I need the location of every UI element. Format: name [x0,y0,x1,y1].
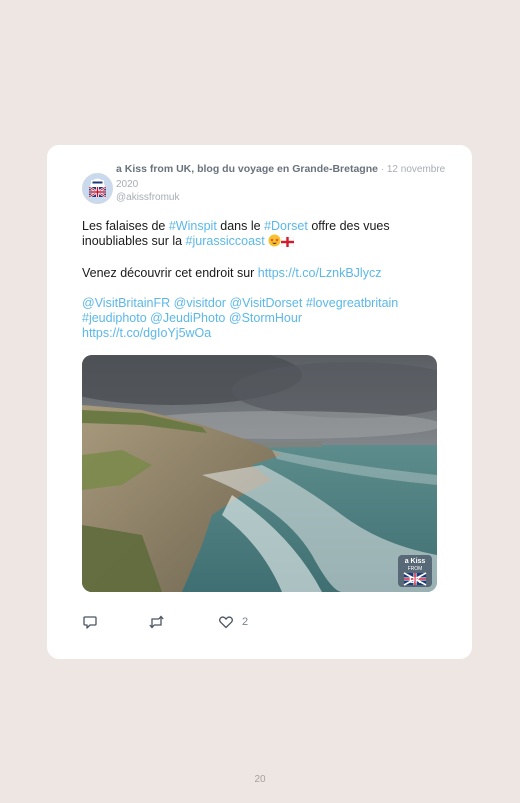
star-struck-emoji-icon [268,234,281,251]
hashtag-jurassiccoast[interactable]: #jurassiccoast [186,234,265,248]
hashtag-lovegreatbritain[interactable]: #lovegreatbritain [306,296,398,310]
watermark-line-3: UK [409,576,421,585]
mention-visitdor[interactable]: @visitdor [174,296,226,310]
tweet-text: Venez découvrir cet endroit sur [82,266,258,280]
author-handle[interactable]: @akissfromuk [116,191,446,204]
tweet-card: a Kiss from UK, blog du voyage en Grande… [47,145,472,659]
reply-icon [83,616,97,629]
hashtag-winspit[interactable]: #Winspit [169,219,217,233]
tweet-text: Les falaises de [82,219,169,233]
tweet-media-link[interactable]: https://t.co/dgIoYj5wOa [82,326,211,340]
watermark-logo: a Kiss FROM UK [398,555,432,587]
hashtag-dorset[interactable]: #Dorset [264,219,308,233]
reply-button[interactable] [82,614,98,630]
hashtag-jeudiphoto[interactable]: #jeudiphoto [82,311,147,325]
tweet-header: a Kiss from UK, blog du voyage en Grande… [116,161,446,204]
watermark-line-1: a Kiss [405,558,426,565]
mention-visitdorset[interactable]: @VisitDorset [229,296,302,310]
england-flag-emoji-icon [280,236,295,251]
tweet-photo[interactable]: a Kiss FROM UK [82,355,437,592]
tweet-text: dans le [216,219,265,233]
like-count: 2 [242,616,249,628]
tweet-paragraph-3: @VisitBritainFR @visitdor @VisitDorset #… [82,296,432,341]
heart-icon [219,616,233,629]
union-jack-logo-icon [88,180,107,198]
mention-jeudiphoto[interactable]: @JeudiPhoto [150,311,225,325]
retweet-button[interactable] [148,614,165,630]
tweet-paragraph-1: Les falaises de #Winspit dans le #Dorset… [82,219,432,251]
tweet-paragraph-2: Venez découvrir cet endroit sur https://… [82,266,432,281]
retweet-icon [149,615,164,629]
tweet-link[interactable]: https://t.co/LznkBJlycz [258,266,382,280]
header-separator: · [377,164,387,175]
tweet-body: Les falaises de #Winspit dans le #Dorset… [82,219,432,356]
mention-stormhour[interactable]: @StormHour [229,311,302,325]
avatar[interactable] [82,173,113,204]
coast-photo-image: a Kiss FROM UK [82,355,437,592]
watermark-line-2: FROM [408,566,423,572]
page-number: 20 [254,774,266,785]
author-name[interactable]: a Kiss from UK, blog du voyage en Grande… [116,163,378,175]
like-button[interactable]: 2 [218,614,248,630]
mention-visitbritainfr[interactable]: @VisitBritainFR [82,296,170,310]
